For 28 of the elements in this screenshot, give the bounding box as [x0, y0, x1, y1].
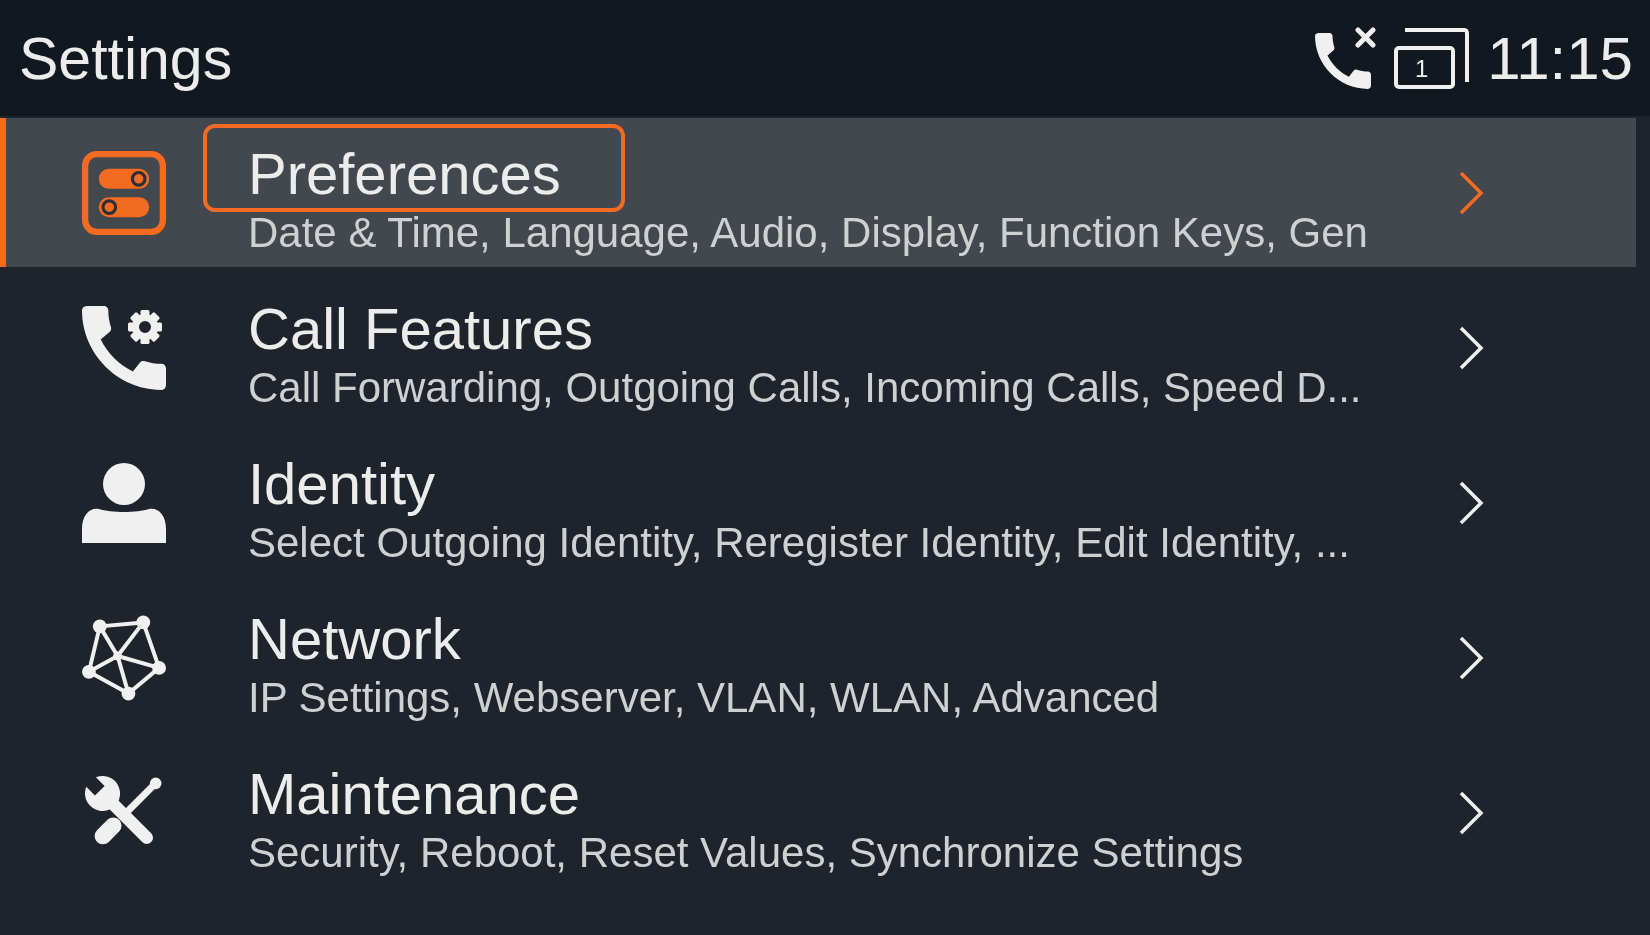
- chevron-icon: [1458, 479, 1484, 526]
- line-number: 1: [1394, 45, 1456, 89]
- item-title: Identity: [248, 450, 435, 518]
- network-icon: [82, 613, 166, 702]
- item-subtitle: IP Settings, Webserver, VLAN, WLAN, Advanced: [248, 677, 1160, 719]
- item-title: Preferences: [203, 124, 625, 212]
- phone-cross-icon: [1315, 27, 1378, 89]
- chevron-icon: [1458, 169, 1484, 216]
- phone-gear-icon: [82, 305, 166, 390]
- chevron-icon: [1458, 789, 1484, 836]
- clock-time: 11:15: [1487, 26, 1633, 92]
- item-subtitle: Date & Time, Language, Audio, Display, Function Keys, Gen: [248, 212, 1368, 254]
- item-title: Call Features: [248, 295, 593, 363]
- screen-title: Settings: [19, 26, 233, 92]
- menu-item[interactable]: Call Features Call Forwarding, Outgoing Calls, Incoming Calls, Speed D...: [0, 273, 1636, 422]
- item-subtitle: Security, Reboot, Reset Values, Synchronize Settings: [248, 832, 1244, 874]
- chevron-icon: [1458, 634, 1484, 681]
- item-subtitle: Select Outgoing Identity, Reregister Identity, Edit Identity, ...: [248, 522, 1350, 564]
- toggles-icon: [82, 150, 166, 235]
- menu-item[interactable]: Network IP Settings, Webserver, VLAN, WLAN, Advanced: [0, 583, 1636, 732]
- menu-item[interactable]: Preferences Date & Time, Language, Audio, Display, Function Keys, Gen: [0, 118, 1636, 267]
- chevron-icon: [1458, 324, 1484, 371]
- person-icon: [82, 462, 166, 543]
- item-title: Maintenance: [248, 760, 581, 828]
- item-title: Network: [248, 605, 461, 673]
- menu-item[interactable]: Identity Select Outgoing Identity, Reregister Identity, Edit Identity, ...: [0, 428, 1636, 577]
- item-subtitle: Call Forwarding, Outgoing Calls, Incoming Calls, Speed D...: [248, 367, 1362, 409]
- menu-item[interactable]: Maintenance Security, Reboot, Reset Values, Synchronize Settings: [0, 738, 1636, 887]
